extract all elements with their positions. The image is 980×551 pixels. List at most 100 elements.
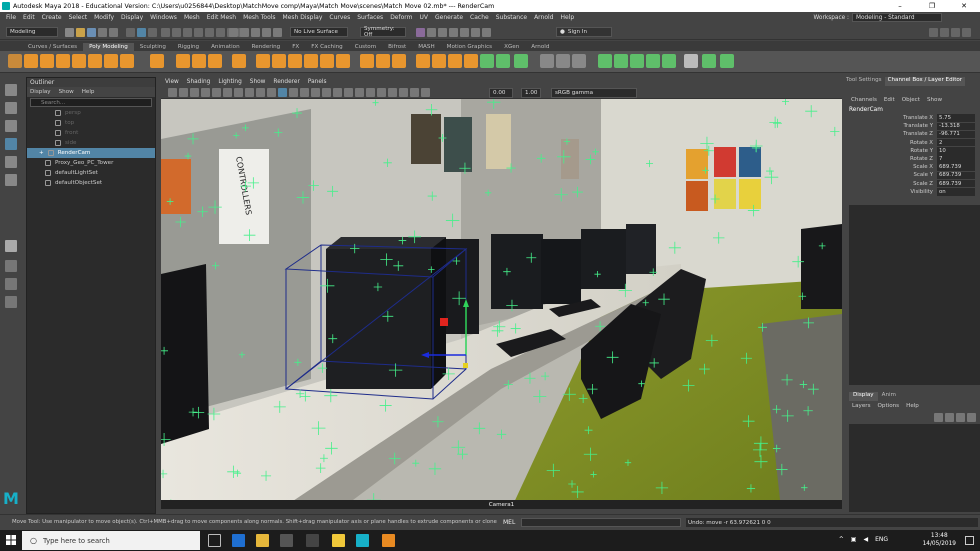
- wireframe-on-shaded-icon[interactable]: [300, 88, 309, 97]
- gate-mask-icon[interactable]: [245, 88, 254, 97]
- channel-value-field[interactable]: 689.739: [937, 163, 975, 171]
- chrome-icon[interactable]: [332, 534, 345, 547]
- channel-menu-edit[interactable]: Edit: [884, 97, 895, 103]
- channel-name[interactable]: Scale Y: [847, 172, 937, 178]
- toggle-channel-box-icon[interactable]: [962, 28, 971, 37]
- notifications-icon[interactable]: [965, 536, 974, 545]
- snap-curve-icon[interactable]: [240, 28, 249, 37]
- file-explorer-icon[interactable]: [256, 534, 269, 547]
- combine-icon[interactable]: [176, 54, 190, 68]
- render-current-frame-icon[interactable]: [416, 28, 425, 37]
- channel-row[interactable]: Scale X 689.739: [847, 163, 980, 171]
- shadows-icon[interactable]: [333, 88, 342, 97]
- reduce-icon[interactable]: [464, 54, 478, 68]
- film-gate-icon[interactable]: [223, 88, 232, 97]
- shelf-tab-bifrost[interactable]: Bifrost: [382, 43, 412, 51]
- outliner-search-input[interactable]: Search...: [30, 98, 152, 107]
- menu-windows[interactable]: Windows: [150, 14, 177, 21]
- outliner-menu-display[interactable]: Display: [30, 89, 51, 95]
- shelf-tab-poly-modeling[interactable]: Poly Modeling: [83, 43, 134, 51]
- select-dynamics-icon[interactable]: [216, 28, 225, 37]
- viewport-menu-shading[interactable]: Shading: [187, 79, 211, 85]
- camera-viewport[interactable]: CONTROLLERS: [161, 99, 842, 509]
- shelf-tab-curves-surfaces[interactable]: Curves / Surfaces: [22, 43, 83, 51]
- toggle-tool-settings-icon[interactable]: [951, 28, 960, 37]
- workspace-dropdown[interactable]: Modeling - Standard: [852, 13, 942, 22]
- component-mode-icon[interactable]: [148, 28, 157, 37]
- viewport-menu-lighting[interactable]: Lighting: [218, 79, 241, 85]
- move-layer-up-icon[interactable]: [934, 412, 943, 422]
- outliner-menu-show[interactable]: Show: [59, 89, 74, 95]
- poly-cube-icon[interactable]: [24, 54, 38, 68]
- xray-components-icon[interactable]: [421, 88, 430, 97]
- viewport-menu-panels[interactable]: Panels: [308, 79, 327, 85]
- new-layer-from-selection-icon[interactable]: [967, 412, 976, 422]
- select-tool-icon[interactable]: [5, 84, 17, 96]
- uv-editor-icon[interactable]: [514, 54, 528, 68]
- menu-cache[interactable]: Cache: [470, 14, 489, 21]
- windows-start-icon[interactable]: [6, 535, 16, 545]
- separate-icon[interactable]: [192, 54, 206, 68]
- single-perspective-layout-icon[interactable]: [5, 240, 17, 252]
- mel-label[interactable]: MEL: [503, 519, 515, 526]
- shelf-tab-arnold[interactable]: Arnold: [525, 43, 555, 51]
- move-layer-down-icon[interactable]: [945, 412, 954, 422]
- hypershade-icon[interactable]: [449, 28, 458, 37]
- render-sequence-icon[interactable]: [471, 28, 480, 37]
- outliner-item-persp[interactable]: persp: [27, 108, 155, 118]
- mel-command-input[interactable]: [521, 518, 681, 527]
- outliner-layout-icon[interactable]: [5, 296, 17, 308]
- select-deformations-icon[interactable]: [205, 28, 214, 37]
- taskbar-clock[interactable]: 13:48 14/05/2019: [923, 532, 956, 548]
- layer-menu-help[interactable]: Help: [906, 403, 919, 409]
- menu-arnold[interactable]: Arnold: [534, 14, 553, 21]
- layer-tab-display[interactable]: Display: [849, 392, 878, 401]
- poly-cylinder-icon[interactable]: [40, 54, 54, 68]
- use-all-lights-icon[interactable]: [322, 88, 331, 97]
- select-joints-icon[interactable]: [172, 28, 181, 37]
- channel-value-field[interactable]: 689.739: [937, 171, 975, 180]
- poly-torus-icon[interactable]: [72, 54, 86, 68]
- two-pane-layout-icon[interactable]: [5, 278, 17, 290]
- exposure-field[interactable]: 0.00: [489, 88, 513, 98]
- menu-mesh-tools[interactable]: Mesh Tools: [243, 14, 275, 21]
- anti-aliasing-icon[interactable]: [366, 88, 375, 97]
- textured-icon[interactable]: [311, 88, 320, 97]
- toggle-attribute-editor-icon[interactable]: [940, 28, 949, 37]
- channel-row[interactable]: Translate X 5.75: [847, 114, 980, 122]
- poly-disc-icon[interactable]: [104, 54, 118, 68]
- channel-row[interactable]: Translate Y -13.318: [847, 122, 980, 131]
- shelf-tab-rendering[interactable]: Rendering: [246, 43, 287, 51]
- outliner-item-top[interactable]: top: [27, 118, 155, 128]
- menu-substance[interactable]: Substance: [496, 14, 527, 21]
- render-settings-icon[interactable]: [438, 28, 447, 37]
- tab-channel-box-layer-editor[interactable]: Channel Box / Layer Editor: [884, 77, 966, 86]
- shelf-tab-mash[interactable]: MASH: [412, 43, 440, 51]
- close-button[interactable]: ✕: [948, 0, 980, 12]
- layer-tab-anim[interactable]: Anim: [878, 392, 900, 401]
- target-weld-icon[interactable]: [392, 54, 406, 68]
- channel-value-field[interactable]: 7: [937, 155, 975, 163]
- channel-menu-channels[interactable]: Channels: [851, 97, 877, 103]
- channel-menu-show[interactable]: Show: [927, 97, 942, 103]
- channel-row[interactable]: Visibility on: [847, 188, 980, 196]
- open-scene-icon[interactable]: [76, 28, 85, 37]
- transfer-attributes-icon[interactable]: [720, 54, 734, 68]
- crease-icon[interactable]: [702, 54, 716, 68]
- conform-icon[interactable]: [662, 54, 676, 68]
- insert-edge-loop-icon[interactable]: [360, 54, 374, 68]
- channel-row[interactable]: Scale Y 689.739: [847, 171, 980, 180]
- depth-of-field-icon[interactable]: [377, 88, 386, 97]
- poly-plane-icon[interactable]: [88, 54, 102, 68]
- select-curves-icon[interactable]: [183, 28, 192, 37]
- menu-modify[interactable]: Modify: [94, 14, 114, 21]
- append-polygon-icon[interactable]: [432, 54, 446, 68]
- xray-joints-icon[interactable]: [410, 88, 419, 97]
- channel-value-field[interactable]: -96.771: [937, 130, 975, 139]
- poly-sphere-icon[interactable]: [8, 54, 22, 68]
- viewport-menu-renderer[interactable]: Renderer: [273, 79, 299, 85]
- channel-value-field[interactable]: on: [937, 188, 975, 196]
- field-chart-icon[interactable]: [256, 88, 265, 97]
- channel-name[interactable]: Scale X: [847, 164, 937, 170]
- menu-mesh[interactable]: Mesh: [184, 14, 200, 21]
